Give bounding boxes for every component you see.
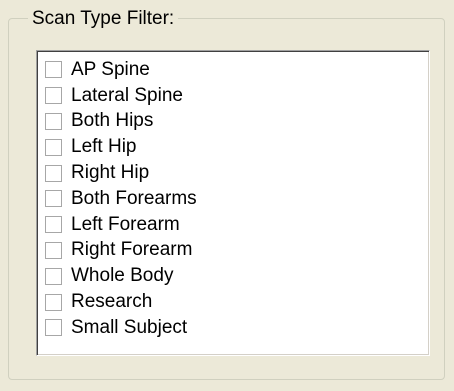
list-item-left-hip[interactable]: Left Hip [45, 134, 197, 160]
checkbox[interactable] [45, 190, 62, 208]
checkbox[interactable] [45, 61, 62, 79]
list-item-research[interactable]: Research [45, 289, 197, 315]
list-item-both-hips[interactable]: Both Hips [45, 109, 197, 135]
list-item-small-subject[interactable]: Small Subject [45, 315, 197, 341]
group-title: Scan Type Filter: [28, 8, 179, 30]
list-item-left-forearm[interactable]: Left Forearm [45, 212, 197, 238]
item-label: Both Forearms [71, 187, 197, 209]
item-label: AP Spine [71, 58, 150, 80]
item-label: Right Hip [71, 162, 150, 184]
list-item-right-forearm[interactable]: Right Forearm [45, 238, 197, 264]
item-label: Whole Body [71, 265, 174, 287]
list-item-ap-spine[interactable]: AP Spine [45, 57, 197, 83]
list-item-whole-body[interactable]: Whole Body [45, 263, 197, 289]
checkbox[interactable] [45, 138, 62, 156]
list-item-both-forearms[interactable]: Both Forearms [45, 186, 197, 212]
checkbox[interactable] [45, 216, 62, 234]
item-label: Research [71, 291, 153, 313]
list-item-right-hip[interactable]: Right Hip [45, 160, 197, 186]
item-label: Left Forearm [71, 213, 180, 235]
list-item-lateral-spine[interactable]: Lateral Spine [45, 83, 197, 109]
item-label: Right Forearm [71, 239, 193, 261]
item-label: Left Hip [71, 136, 137, 158]
checkbox[interactable] [45, 112, 62, 130]
checkbox[interactable] [45, 319, 62, 337]
checkbox[interactable] [45, 164, 62, 182]
item-label: Both Hips [71, 110, 154, 132]
checkbox[interactable] [45, 293, 62, 311]
checkbox[interactable] [45, 267, 62, 285]
scan-type-checklist[interactable]: AP Spine Lateral Spine Both Hips Left Hi… [36, 50, 430, 356]
item-label: Small Subject [71, 316, 188, 338]
checkbox[interactable] [45, 87, 62, 105]
checkbox[interactable] [45, 241, 62, 259]
scan-type-list: AP Spine Lateral Spine Both Hips Left Hi… [45, 57, 197, 341]
item-label: Lateral Spine [71, 84, 183, 106]
